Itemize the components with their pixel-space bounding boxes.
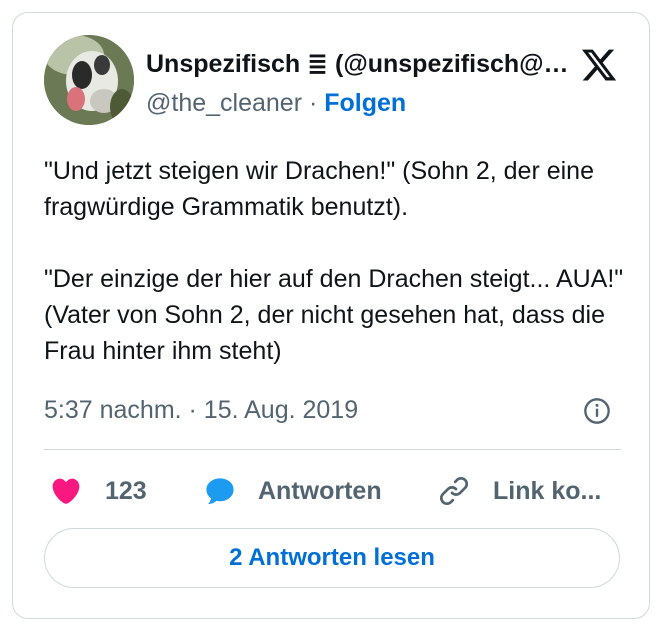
divider <box>44 449 621 450</box>
tweet-embed-card: Unspezifisch ≣ (@unspezifisch@mastodon.s… <box>12 12 650 619</box>
info-icon[interactable] <box>583 397 611 425</box>
link-icon <box>439 476 469 506</box>
like-button[interactable]: 123 <box>49 474 147 508</box>
reply-button[interactable]: Antworten <box>202 474 382 508</box>
author-handle[interactable]: @the_cleaner <box>146 89 302 117</box>
copy-link-label: Link ko... <box>493 477 602 505</box>
tweet-timestamp[interactable]: 5:37 nachm. · 15. Aug. 2019 <box>44 395 358 425</box>
separator-dot: · <box>308 89 318 117</box>
author-handle-row: @the_cleaner · Folgen <box>146 88 406 118</box>
copy-link-button[interactable]: Link ko... <box>437 474 601 508</box>
like-count: 123 <box>105 477 147 505</box>
read-replies-button[interactable]: 2 Antworten lesen <box>44 528 620 588</box>
read-replies-label: 2 Antworten lesen <box>229 544 435 571</box>
tweet-text: "Und jetzt steigen wir Drachen!" (Sohn 2… <box>44 157 624 365</box>
speech-bubble-icon <box>206 478 234 505</box>
avatar-photo <box>44 35 134 125</box>
avatar[interactable] <box>44 35 134 125</box>
author-display-name[interactable]: Unspezifisch ≣ (@unspezifisch@mastodon.s… <box>146 49 576 79</box>
heart-icon <box>52 478 80 504</box>
x-logo-icon[interactable] <box>579 46 619 84</box>
reply-label: Antworten <box>258 477 382 505</box>
follow-link[interactable]: Folgen <box>324 89 406 117</box>
